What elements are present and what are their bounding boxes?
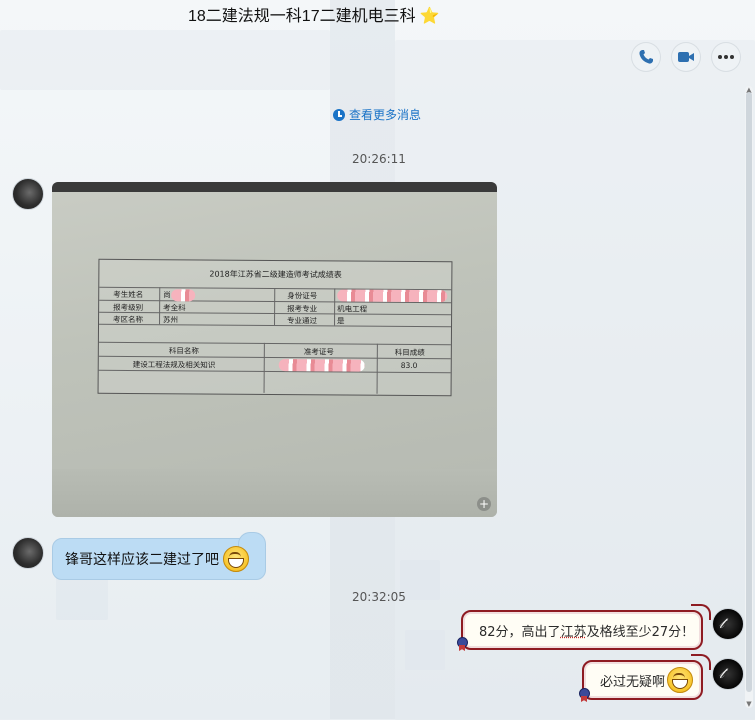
chat-scrollbar[interactable]: ▲ ▼: [745, 86, 753, 708]
my-avatar[interactable]: 𝓉: [712, 658, 744, 690]
level-label: 报考级别: [113, 302, 144, 313]
message-text: 必过无疑啊: [600, 674, 666, 690]
message-text: 锋哥这样应该二建过了吧: [65, 552, 219, 568]
message-bubble-right[interactable]: 必过无疑啊: [582, 654, 711, 700]
col-header-score: 科目成绩: [394, 347, 425, 358]
clock-icon: [333, 108, 345, 121]
sender-avatar[interactable]: [12, 537, 44, 569]
privacy-sticker: [278, 359, 365, 372]
more-dots-icon: [718, 55, 734, 59]
voice-call-button[interactable]: [631, 42, 661, 72]
name-label: 考生姓名: [113, 289, 144, 300]
major-label: 报考专业: [287, 304, 318, 314]
message-text: 82分，高出了江苏及格线至少27分！: [479, 624, 695, 640]
bg-blur-block: [0, 30, 330, 90]
phone-icon: [639, 50, 653, 64]
grin-emoji-icon: [223, 546, 249, 572]
message-bubble-left[interactable]: 锋哥这样应该二建过了吧: [52, 532, 266, 580]
star-icon: ⭐: [419, 8, 440, 25]
pass-label: 专业通过: [287, 316, 318, 326]
image-message[interactable]: 2018年江苏省二级建造师考试成绩表 考生姓名 尚 身份证号 报考级别 考全科 …: [52, 182, 497, 517]
sheet-title: 2018年江苏省二级建造师考试成绩表: [209, 269, 342, 280]
col-header-ticket: 准考证号: [303, 347, 334, 357]
region-value: 苏州: [163, 315, 179, 325]
chat-toolbar: [631, 42, 741, 72]
video-call-button[interactable]: [671, 42, 701, 72]
zoom-plus-icon[interactable]: +: [477, 497, 491, 511]
message-timestamp: 20:26:11: [352, 152, 406, 166]
scroll-thumb[interactable]: [746, 92, 752, 692]
bg-blur-thumb: [400, 560, 440, 600]
photo-desk-edge: [52, 469, 497, 517]
privacy-sticker: [171, 289, 196, 302]
view-more-messages-link[interactable]: 查看更多消息: [333, 106, 421, 123]
message-timestamp: 20:32:05: [352, 590, 406, 604]
bg-blur-thumb: [405, 630, 445, 670]
member-badge-icon: [578, 688, 590, 702]
score-sheet: 2018年江苏省二级建造师考试成绩表 考生姓名 尚 身份证号 报考级别 考全科 …: [97, 258, 453, 397]
chat-title: 18二建法规一科17二建机电三科 ⭐: [188, 8, 440, 25]
member-badge-icon: [456, 637, 468, 651]
avatar-glyph: 𝓉: [719, 614, 725, 632]
id-label: 身份证号: [287, 291, 318, 301]
grin-emoji-icon: [667, 667, 693, 693]
major-value: 机电工程: [337, 304, 368, 314]
privacy-sticker: [337, 289, 448, 303]
region-label: 考区名称: [113, 314, 144, 325]
message-bubble-right[interactable]: 82分，高出了江苏及格线至少27分！: [461, 604, 711, 650]
photo-screen-edge: [52, 182, 497, 192]
score-cell: 83.0: [400, 360, 418, 370]
more-options-button[interactable]: [711, 42, 741, 72]
view-more-label: 查看更多消息: [349, 108, 422, 122]
col-header-subject: 科目名称: [168, 346, 199, 356]
avatar-glyph: 𝓉: [719, 664, 725, 682]
level-value: 考全科: [163, 303, 186, 313]
pass-value: 是: [337, 316, 345, 326]
sender-avatar[interactable]: [12, 178, 44, 210]
subject-cell: 建设工程法规及相关知识: [132, 360, 216, 370]
title-bar: 18二建法规一科17二建机电三科 ⭐: [0, 0, 755, 28]
my-avatar[interactable]: 𝓉: [712, 608, 744, 640]
scroll-down-arrow-icon[interactable]: ▼: [745, 700, 753, 708]
name-value: 尚: [163, 290, 171, 300]
video-camera-icon: [678, 52, 694, 62]
